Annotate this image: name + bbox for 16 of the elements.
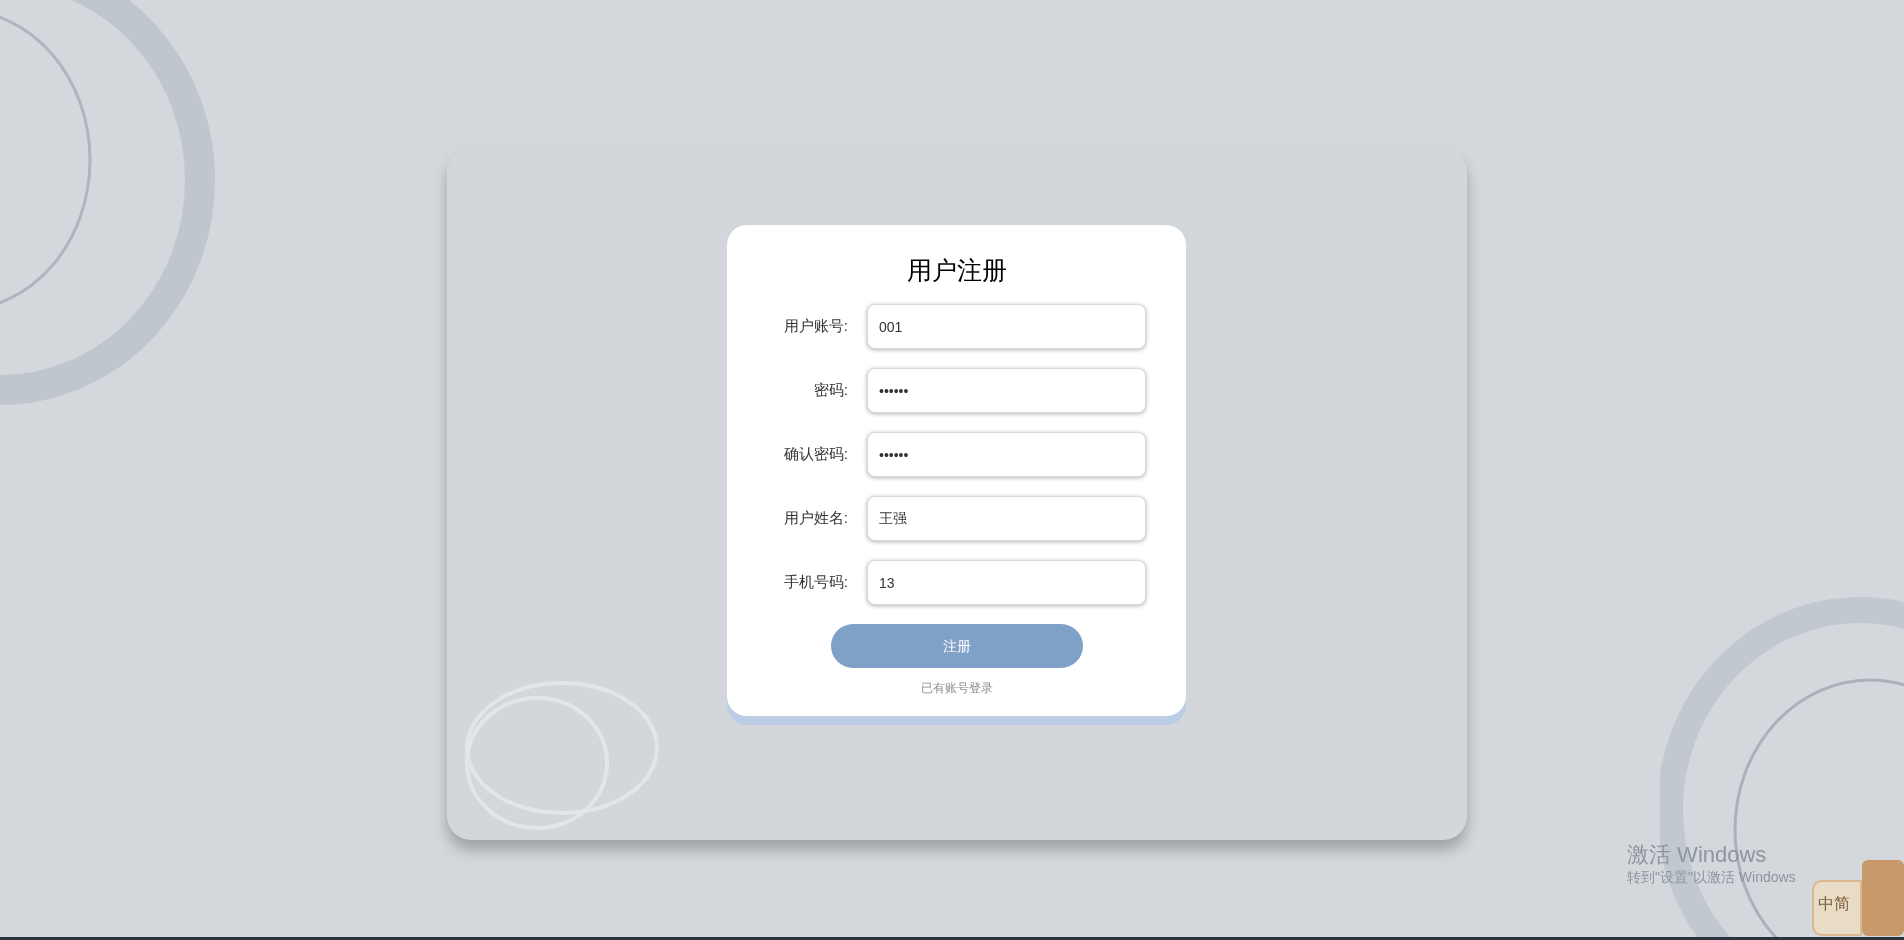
input-field[interactable]: •••••• bbox=[867, 432, 1146, 477]
field-label: 手机号码: bbox=[782, 572, 848, 593]
form-title: 用户注册 bbox=[906, 255, 1007, 285]
ime-widget[interactable]: 中简 bbox=[1812, 880, 1862, 936]
field-label: 用户账号: bbox=[782, 316, 848, 337]
ime-language-text: 中 bbox=[1818, 894, 1834, 914]
input-field[interactable]: 13 bbox=[867, 560, 1146, 605]
input-field[interactable]: 001 bbox=[867, 304, 1146, 349]
input-field[interactable]: •••••• bbox=[867, 368, 1146, 413]
ime-mode-text: 简 bbox=[1834, 894, 1850, 914]
field-label: 确认密码: bbox=[782, 444, 848, 465]
input-field[interactable]: 王强 bbox=[867, 496, 1146, 541]
field-label: 密码: bbox=[812, 380, 848, 401]
field-label: 用户姓名: bbox=[782, 508, 848, 529]
activation-notice-title: 激活 Windows bbox=[1627, 842, 1768, 868]
login-link[interactable]: 已有账号登录 bbox=[920, 679, 993, 697]
